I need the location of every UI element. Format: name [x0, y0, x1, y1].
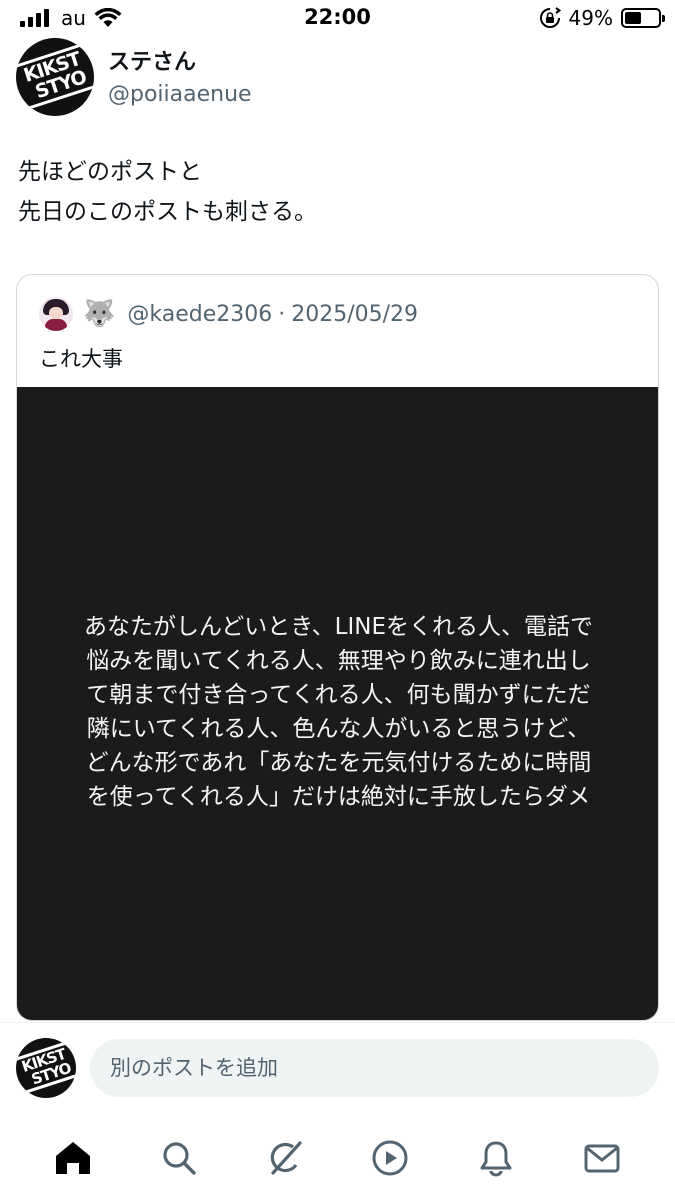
- battery-icon: [621, 8, 665, 28]
- post-author: KIKST STYO ステさん @poiiaaenue: [16, 38, 252, 116]
- quoted-avatar: [39, 297, 73, 331]
- quoted-post-header: 🐺 @kaede2306 · 2025/05/29: [39, 297, 418, 331]
- image-text-line: を使ってくれる人」だけは絶対に手放したらダメ: [86, 783, 591, 810]
- image-text-line: て朝まで付き合ってくれる人、何も聞かずにただ: [86, 681, 591, 708]
- tab-notifications[interactable]: [466, 1136, 526, 1180]
- separator-dot: ·: [278, 301, 286, 327]
- messages-icon: [584, 1144, 620, 1173]
- home-icon: [55, 1142, 90, 1174]
- image-text-line: あなたがしんどいとき、LINEをくれる人、電話で: [83, 613, 594, 640]
- tab-search[interactable]: [149, 1136, 209, 1180]
- quoted-handle: @kaede2306: [127, 301, 273, 327]
- quoted-image-text: あなたがしんどいとき、LINEをくれる人、電話で 悩みを聞いてくれる人、無理やり…: [39, 610, 639, 814]
- tab-grok[interactable]: [255, 1136, 315, 1180]
- rotation-lock-icon: [539, 7, 561, 28]
- quoted-image[interactable]: あなたがしんどいとき、LINEをくれる人、電話で 悩みを聞いてくれる人、無理やり…: [17, 387, 658, 1020]
- divider: [0, 1022, 675, 1023]
- post-text: 先ほどのポストと 先日のこのポストも刺さる。: [18, 152, 317, 232]
- status-right: 49%: [539, 6, 665, 30]
- post-text-line: 先ほどのポストと: [18, 159, 202, 185]
- composer-avatar: KIKST STYO: [16, 1038, 76, 1098]
- status-bar: au 22:00 49%: [0, 0, 675, 38]
- battery-percent: 49%: [568, 6, 613, 30]
- image-text-line: どんな形であれ「あなたを元気付けるために時間: [85, 749, 592, 776]
- display-name[interactable]: ステさん: [108, 44, 252, 76]
- grok-icon: [270, 1141, 302, 1175]
- quoted-post[interactable]: 🐺 @kaede2306 · 2025/05/29 これ大事 あなたがしんどいと…: [16, 274, 659, 1021]
- wolf-emoji: 🐺: [83, 299, 116, 329]
- image-text-line: 悩みを聞いてくれる人、無理やり飲みに連れ出し: [86, 647, 591, 674]
- author-handle[interactable]: @poiiaaenue: [108, 82, 252, 107]
- tab-bar: [0, 1120, 675, 1200]
- search-icon: [163, 1142, 196, 1175]
- video-icon: [372, 1140, 408, 1176]
- tab-video[interactable]: [360, 1136, 420, 1180]
- quoted-text: これ大事: [39, 347, 123, 371]
- quoted-date: 2025/05/29: [291, 301, 419, 327]
- avatar-logo: KIKST STYO: [21, 48, 89, 104]
- add-post-input[interactable]: [90, 1039, 659, 1097]
- tab-home[interactable]: [43, 1136, 103, 1180]
- tab-messages[interactable]: [572, 1136, 632, 1180]
- reply-composer: KIKST STYO: [16, 1036, 659, 1100]
- author-meta: ステさん @poiiaaenue: [108, 44, 252, 107]
- post-text-line: 先日のこのポストも刺さる。: [18, 199, 317, 225]
- battery-fill: [625, 12, 641, 24]
- image-text-line: 隣にいてくれる人、色んな人がいると思うけど、: [86, 715, 591, 742]
- avatar[interactable]: KIKST STYO: [16, 38, 94, 116]
- notifications-icon: [480, 1141, 512, 1177]
